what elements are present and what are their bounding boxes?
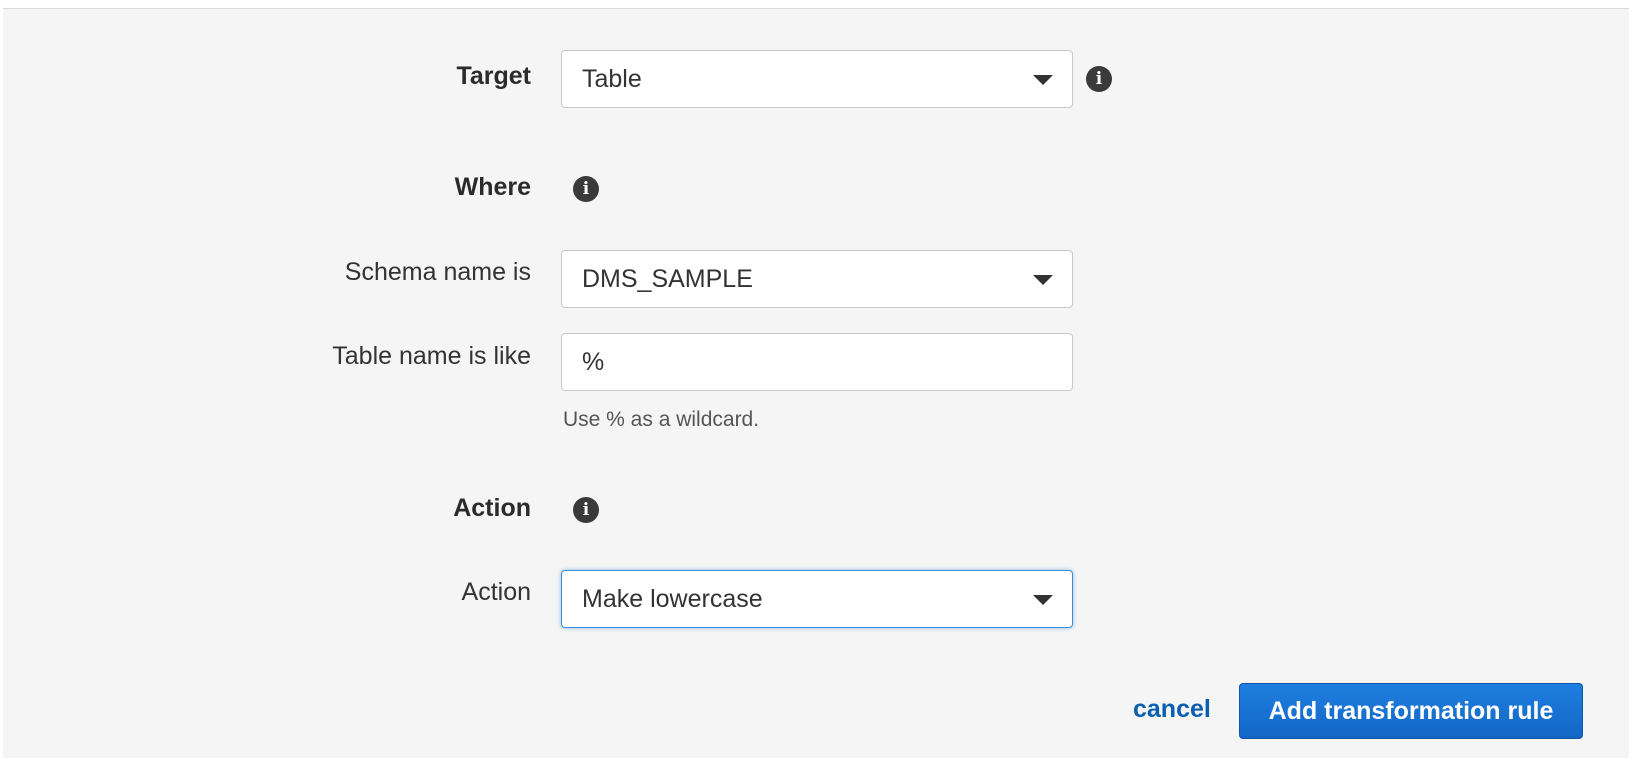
add-transformation-rule-button[interactable]: Add transformation rule: [1239, 683, 1583, 739]
where-info-icon[interactable]: i: [573, 176, 599, 202]
target-select[interactable]: Table: [561, 50, 1073, 108]
action-heading: Action: [453, 494, 531, 522]
target-select-value: Table: [582, 65, 642, 93]
target-label: Target: [456, 62, 531, 90]
schema-name-select[interactable]: DMS_SAMPLE: [561, 250, 1073, 308]
action-info-icon[interactable]: i: [573, 497, 599, 523]
chevron-down-icon: [1033, 75, 1053, 85]
target-info-icon[interactable]: i: [1086, 66, 1112, 92]
schema-name-label: Schema name is: [344, 258, 531, 286]
table-name-input[interactable]: %: [561, 333, 1073, 391]
table-name-help-text: Use % as a wildcard.: [563, 408, 760, 431]
chevron-down-icon: [1033, 595, 1053, 605]
cancel-button[interactable]: cancel: [1133, 695, 1211, 724]
table-name-label: Table name is like: [332, 342, 531, 370]
action-label: Action: [461, 578, 531, 606]
schema-name-select-value: DMS_SAMPLE: [582, 265, 753, 293]
action-select-value: Make lowercase: [582, 585, 763, 613]
chevron-down-icon: [1033, 275, 1053, 285]
where-heading: Where: [454, 173, 531, 201]
transformation-rule-panel: Target Table i Where i Schema name is DM…: [3, 8, 1629, 758]
table-name-input-value: %: [582, 348, 605, 376]
action-select[interactable]: Make lowercase: [561, 570, 1073, 628]
